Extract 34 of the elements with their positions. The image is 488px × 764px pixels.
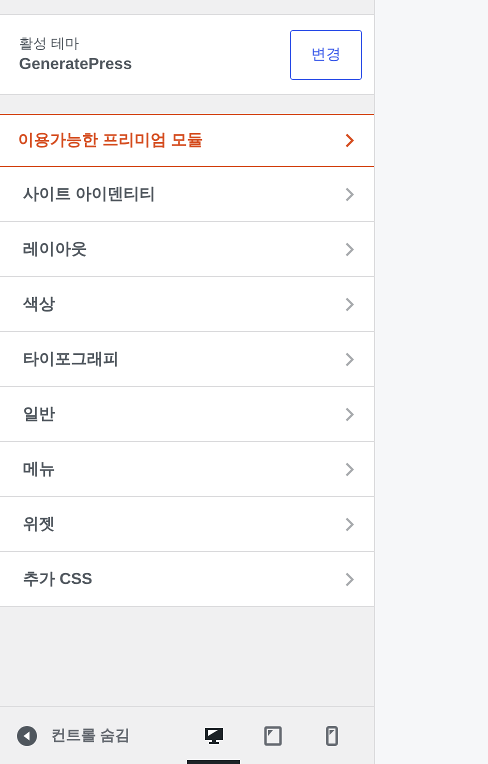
section-label: 색상: [23, 295, 55, 315]
customizer-section-item[interactable]: 색상: [0, 277, 374, 332]
chevron-right-icon: [345, 133, 354, 148]
active-theme-label: 활성 테마: [19, 35, 80, 53]
change-theme-button[interactable]: 변경: [290, 30, 362, 80]
section-label: 이용가능한 프리미엄 모듈: [18, 131, 203, 151]
section-label: 메뉴: [23, 460, 55, 480]
customizer-section-item[interactable]: 타이포그래피: [0, 332, 374, 387]
chevron-right-icon: [345, 517, 354, 532]
section-label: 타이포그래피: [23, 350, 119, 370]
customizer-section-item[interactable]: 추가 CSS: [0, 552, 374, 607]
customizer-section-item[interactable]: 일반: [0, 387, 374, 442]
customizer-section-item[interactable]: 위젯: [0, 497, 374, 552]
phone-icon: [326, 726, 338, 746]
customizer-section-item[interactable]: 레이아웃: [0, 222, 374, 277]
chevron-right-icon: [345, 572, 354, 587]
customizer-section-item[interactable]: 사이트 아이덴티티: [0, 167, 374, 222]
chevron-right-icon: [345, 242, 354, 257]
section-label: 사이트 아이덴티티: [23, 185, 156, 205]
chevron-right-icon: [345, 187, 354, 202]
monitor-icon: [204, 726, 224, 744]
theme-name: GeneratePress: [19, 56, 132, 74]
section-label: 일반: [23, 405, 55, 425]
chevron-right-icon: [345, 297, 354, 312]
customizer-section-item[interactable]: 메뉴: [0, 442, 374, 497]
tablet-icon: [264, 726, 282, 746]
chevron-right-icon: [345, 462, 354, 477]
section-label: 추가 CSS: [23, 570, 92, 590]
chevron-right-icon: [345, 407, 354, 422]
section-label: 위젯: [23, 515, 55, 535]
hide-controls-button[interactable]: 컨트롤 숨김: [17, 726, 130, 746]
section-label: 레이아웃: [23, 240, 87, 260]
chevron-right-icon: [345, 352, 354, 367]
premium-modules-item[interactable]: 이용가능한 프리미엄 모듈: [0, 114, 374, 167]
